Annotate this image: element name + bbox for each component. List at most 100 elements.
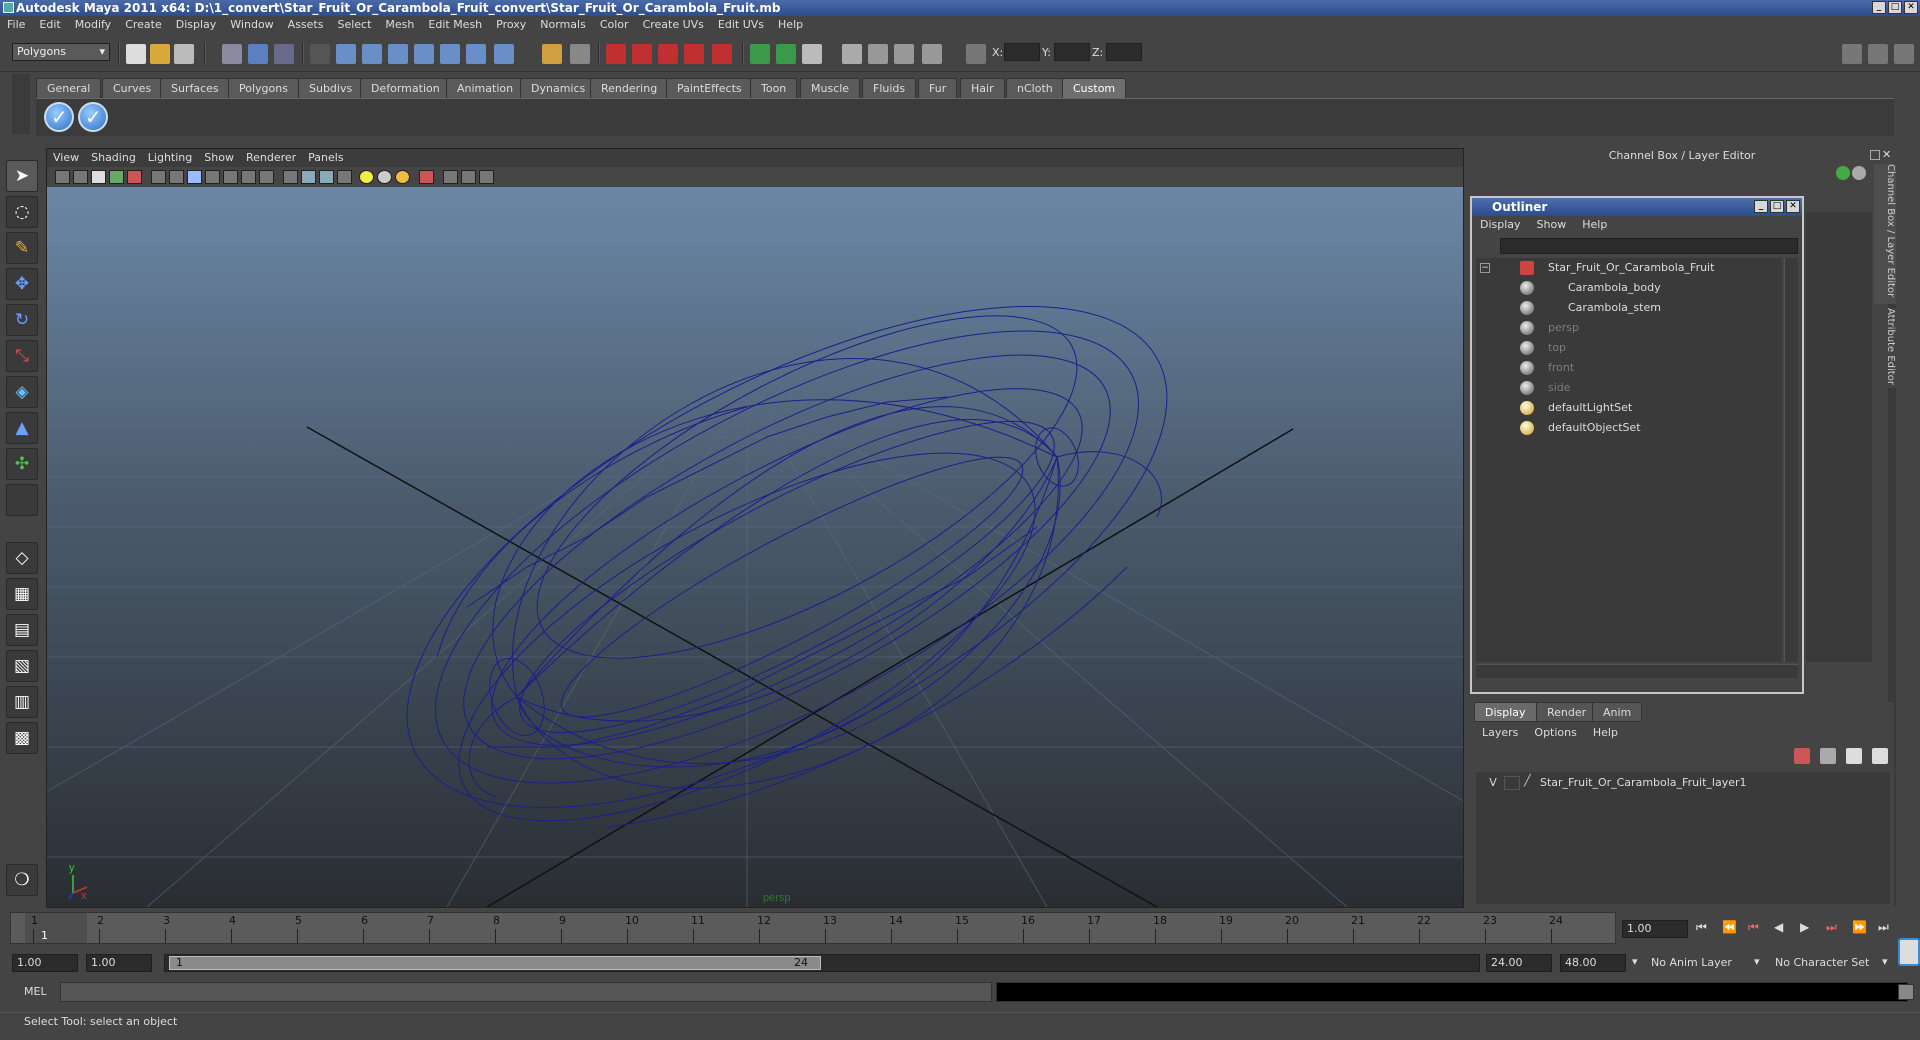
wireframe-icon[interactable] <box>283 170 298 184</box>
transform-mode-icon[interactable] <box>966 44 986 64</box>
layer-tab-display[interactable]: Display <box>1474 702 1537 722</box>
last-tool-icon[interactable] <box>6 484 38 516</box>
outliner-maximize-button[interactable]: □ <box>1770 200 1784 213</box>
rotate-tool-icon[interactable]: ↻ <box>6 304 38 336</box>
quick-layout-icon[interactable]: ❍ <box>6 864 38 896</box>
snap-view-plane-icon[interactable] <box>388 44 408 64</box>
character-set-dropdown[interactable]: No Character Set <box>1770 954 1878 972</box>
end-time-field[interactable]: 48.00 <box>1560 954 1626 972</box>
outliner-menu-help[interactable]: Help <box>1574 216 1615 234</box>
chevron-down-icon[interactable]: ▾ <box>1632 955 1638 968</box>
universal-manipulator-icon[interactable]: ◈ <box>6 376 38 408</box>
wireframe-on-shaded-icon[interactable] <box>319 170 334 184</box>
layer-visibility-toggle[interactable]: V <box>1484 776 1502 789</box>
menu-display[interactable]: Display <box>169 16 224 34</box>
menu-color[interactable]: Color <box>593 16 636 34</box>
menu-create[interactable]: Create <box>118 16 169 34</box>
layer-menu-options[interactable]: Options <box>1526 724 1584 742</box>
custom-shelf-button-2[interactable] <box>78 102 108 132</box>
outliner-item[interactable]: front <box>1476 358 1776 378</box>
render-globals-icon[interactable] <box>894 44 914 64</box>
collapse-icon[interactable]: − <box>1480 263 1490 273</box>
attribute-editor-side-tab[interactable]: Attribute Editor <box>1874 308 1896 388</box>
float-panel-icon[interactable] <box>1870 150 1880 160</box>
tab-subdivs[interactable]: Subdivs <box>298 78 364 98</box>
render-settings-icon[interactable] <box>842 44 862 64</box>
outliner-menu-display[interactable]: Display <box>1472 216 1529 234</box>
help-icon[interactable] <box>494 44 514 64</box>
batch-render-icon[interactable] <box>922 44 942 64</box>
menu-mesh[interactable]: Mesh <box>378 16 421 34</box>
smooth-shade-icon[interactable] <box>301 170 316 184</box>
tab-polygons[interactable]: Polygons <box>228 78 299 98</box>
xray-components-icon[interactable] <box>479 170 494 184</box>
new-layer-icon[interactable] <box>1846 748 1862 764</box>
play-forwards-icon[interactable]: ▶ <box>1800 920 1809 934</box>
tab-general[interactable]: General <box>36 78 102 98</box>
playback-end-field[interactable]: 24.00 <box>1486 954 1552 972</box>
snap-face-icon[interactable] <box>684 44 704 64</box>
chevron-down-icon[interactable]: ▾ <box>1754 955 1760 968</box>
channel-box-side-tab[interactable]: Channel Box / Layer Editor <box>1874 164 1896 304</box>
grid-icon[interactable] <box>151 170 166 184</box>
step-back-frame-icon[interactable]: ⏪ <box>1722 920 1737 934</box>
menu-select[interactable]: Select <box>330 16 378 34</box>
outliner-menu-show[interactable]: Show <box>1529 216 1575 234</box>
tab-animation[interactable]: Animation <box>446 78 525 98</box>
shadows-icon[interactable] <box>395 170 410 184</box>
outliner-item[interactable]: defaultLightSet <box>1476 398 1776 418</box>
close-panel-icon[interactable]: ✕ <box>1882 148 1891 161</box>
tab-custom[interactable]: Custom <box>1062 78 1127 98</box>
viewport-menu-view[interactable]: View <box>47 149 85 167</box>
outliner-title-bar[interactable]: Outliner _ □ ✕ <box>1472 198 1802 216</box>
new-layer-selected-icon[interactable] <box>1872 748 1888 764</box>
channel-icon-1[interactable] <box>1836 166 1850 180</box>
tab-painteffects[interactable]: PaintEffects <box>666 78 753 98</box>
y-field[interactable] <box>1054 43 1090 61</box>
layer-tab-anim[interactable]: Anim <box>1592 702 1643 722</box>
tab-ncloth[interactable]: nCloth <box>1006 78 1064 98</box>
menu-proxy[interactable]: Proxy <box>489 16 533 34</box>
save-scene-icon[interactable] <box>174 44 194 64</box>
playback-start-field[interactable]: 1.00 <box>86 954 152 972</box>
tab-dynamics[interactable]: Dynamics <box>520 78 597 98</box>
hypershade-icon[interactable] <box>868 44 888 64</box>
menu-help[interactable]: Help <box>771 16 810 34</box>
tab-rendering[interactable]: Rendering <box>590 78 669 98</box>
snap-point-icon[interactable] <box>362 44 382 64</box>
image-plane-icon[interactable] <box>109 170 124 184</box>
menu-modify[interactable]: Modify <box>68 16 118 34</box>
viewport-menu-lighting[interactable]: Lighting <box>142 149 198 167</box>
viewport-menu-renderer[interactable]: Renderer <box>240 149 302 167</box>
render-view-icon[interactable] <box>750 44 770 64</box>
safe-title-icon[interactable] <box>259 170 274 184</box>
outliner-horizontal-scrollbar[interactable] <box>1476 664 1798 678</box>
tab-fluids[interactable]: Fluids <box>862 78 917 98</box>
layer-color-icon[interactable]: ╱ <box>1524 774 1531 787</box>
current-time-field[interactable]: 1.00 <box>1622 920 1688 938</box>
persp-hypergraph-layout-icon[interactable]: ▥ <box>6 686 38 718</box>
command-input[interactable] <box>60 982 992 1002</box>
shelf-grip[interactable] <box>12 74 30 134</box>
move-layer-down-icon[interactable] <box>1820 748 1836 764</box>
field-chart-icon[interactable] <box>223 170 238 184</box>
layer-menu-layers[interactable]: Layers <box>1474 724 1526 742</box>
default-lighting-icon[interactable] <box>359 170 374 184</box>
menu-edit-mesh[interactable]: Edit Mesh <box>421 16 489 34</box>
move-layer-up-icon[interactable] <box>1794 748 1810 764</box>
lasso-tool-icon[interactable]: ◌ <box>6 196 38 228</box>
snap-grid-icon[interactable] <box>310 44 330 64</box>
soft-modification-tool-icon[interactable]: ▲ <box>6 412 38 444</box>
xray-icon[interactable] <box>443 170 458 184</box>
outliner-close-button[interactable]: ✕ <box>1786 200 1800 213</box>
anim-layer-dropdown[interactable]: No Anim Layer <box>1646 954 1754 972</box>
tab-hair[interactable]: Hair <box>960 78 1005 98</box>
outliner-item[interactable]: side <box>1476 378 1776 398</box>
open-scene-icon[interactable] <box>150 44 170 64</box>
tab-curves[interactable]: Curves <box>102 78 163 98</box>
maximize-button[interactable]: □ <box>1888 1 1902 14</box>
tab-deformation[interactable]: Deformation <box>360 78 451 98</box>
snap-edge-icon[interactable] <box>658 44 678 64</box>
menu-edit[interactable]: Edit <box>32 16 67 34</box>
isolate-select-icon[interactable] <box>419 170 434 184</box>
